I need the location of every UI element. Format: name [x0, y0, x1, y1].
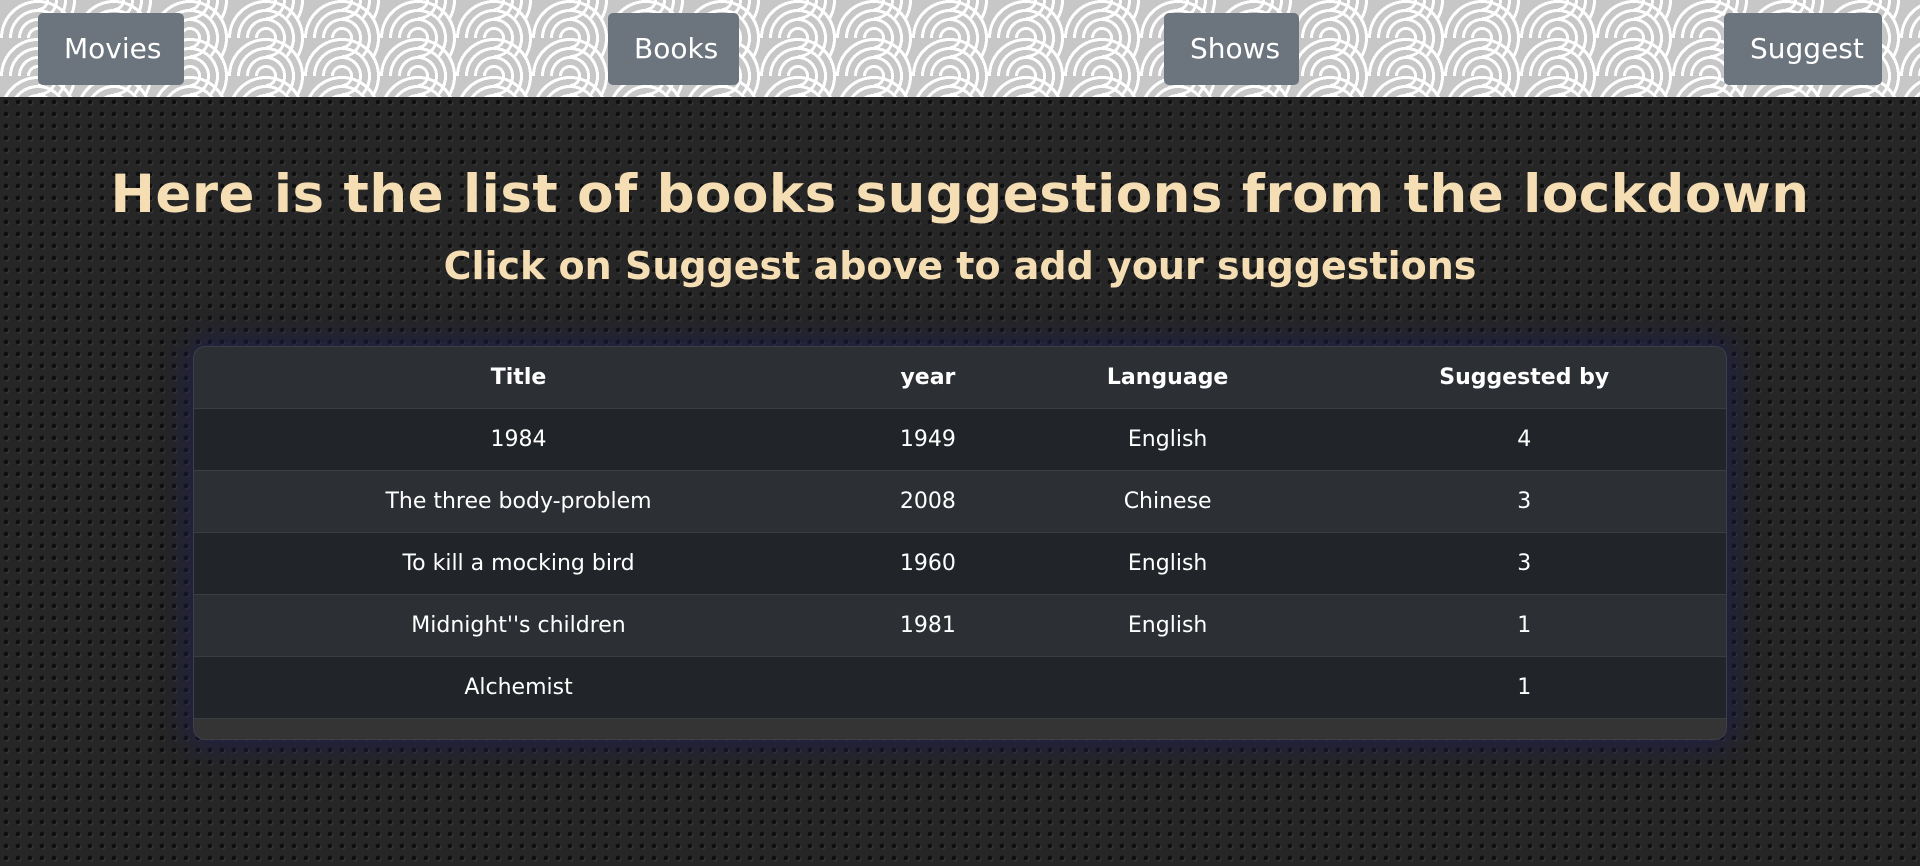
page-title: Here is the list of books suggestions fr…	[110, 164, 1810, 225]
cell-language: English	[1012, 532, 1323, 595]
cell-suggested-by: 3	[1322, 470, 1726, 533]
shows-button[interactable]: Shows	[1164, 13, 1299, 85]
cell-language: English	[1012, 594, 1323, 657]
books-table: Title year Language Suggested by 1984 19…	[194, 347, 1726, 719]
cell-language: Chinese	[1012, 470, 1323, 533]
cell-language	[1012, 656, 1323, 719]
cell-title: To kill a mocking bird	[194, 532, 844, 595]
table-row: Midnight''s children 1981 English 1	[194, 594, 1726, 657]
table-row: 1984 1949 English 4	[194, 408, 1726, 471]
books-table-container: Title year Language Suggested by 1984 19…	[193, 346, 1727, 740]
cell-title: 1984	[194, 408, 844, 471]
table-row: Alchemist 1	[194, 656, 1726, 719]
column-header-language: Language	[1012, 347, 1323, 409]
cell-year: 1960	[843, 532, 1013, 595]
movies-button[interactable]: Movies	[38, 13, 184, 85]
column-header-title: Title	[194, 347, 844, 409]
cell-year: 1949	[843, 408, 1013, 471]
top-nav-bar: Movies Books Shows Suggest	[0, 0, 1920, 97]
cell-title: Midnight''s children	[194, 594, 844, 657]
suggest-button[interactable]: Suggest	[1724, 13, 1882, 85]
table-row: The three body-problem 2008 Chinese 3	[194, 470, 1726, 533]
cell-title: Alchemist	[194, 656, 844, 719]
table-header-row: Title year Language Suggested by	[194, 347, 1726, 409]
cell-year	[843, 656, 1013, 719]
cell-year: 1981	[843, 594, 1013, 657]
cell-suggested-by: 3	[1322, 532, 1726, 595]
column-header-year: year	[843, 347, 1013, 409]
cell-suggested-by: 4	[1322, 408, 1726, 471]
books-button[interactable]: Books	[608, 13, 739, 85]
cell-suggested-by: 1	[1322, 656, 1726, 719]
cell-language: English	[1012, 408, 1323, 471]
table-row: To kill a mocking bird 1960 English 3	[194, 532, 1726, 595]
page-subtitle: Click on Suggest above to add your sugge…	[443, 244, 1477, 288]
column-header-suggested-by: Suggested by	[1322, 347, 1726, 409]
cell-year: 2008	[843, 470, 1013, 533]
cell-suggested-by: 1	[1322, 594, 1726, 657]
cell-title: The three body-problem	[194, 470, 844, 533]
